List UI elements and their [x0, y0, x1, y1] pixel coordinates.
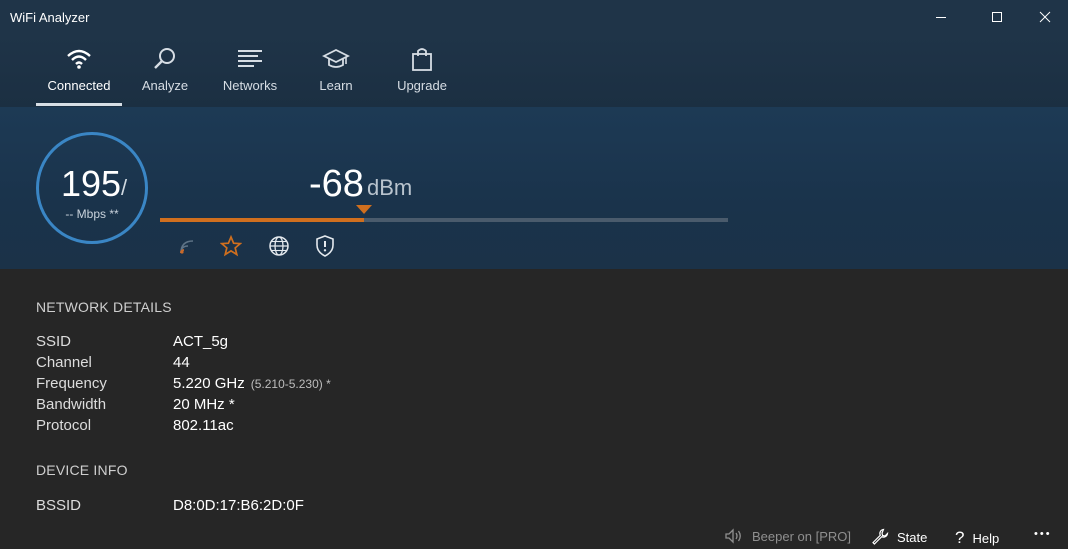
close-button[interactable]	[1022, 0, 1068, 34]
link-speed-unit: -- Mbps **	[65, 207, 119, 221]
network-details-heading: NETWORK DETAILS	[36, 299, 172, 315]
signal-strength-marker	[356, 205, 373, 214]
tab-connected-label: Connected	[47, 78, 111, 93]
detail-value-bssid: D8:0D:17:B6:2D:0F	[173, 497, 304, 514]
maximize-button[interactable]	[974, 0, 1020, 34]
wifi-icon	[64, 44, 94, 74]
detail-value-bandwidth: 20 MHz *	[173, 396, 235, 413]
more-options-button[interactable]: •••	[1034, 528, 1052, 540]
frequency-value: 5.220 GHz	[173, 375, 245, 392]
link-speed-gauge: 195 / -- Mbps **	[36, 132, 148, 244]
help-label: Help	[972, 530, 1000, 546]
signal-strength-fill	[160, 218, 365, 222]
frequency-range: (5.210-5.230) *	[250, 377, 331, 391]
tab-upgrade-label: Upgrade	[397, 78, 447, 93]
detail-value-channel: 44	[173, 354, 190, 371]
app-title: WiFi Analyzer	[10, 10, 90, 25]
detail-label-bandwidth: Bandwidth	[36, 396, 107, 413]
beeper-button[interactable]: Beeper on [PRO]	[724, 528, 851, 544]
detail-label-channel: Channel	[36, 354, 92, 371]
signal-panel: 195 / -- Mbps ** -68 dBm	[0, 107, 1068, 269]
tab-analyze-label: Analyze	[141, 78, 189, 93]
more-options-icon: •••	[1034, 528, 1052, 540]
details-panel: NETWORK DETAILS SSID ACT_5g Channel 44 F…	[0, 269, 1068, 519]
link-speed-separator: /	[121, 175, 128, 200]
signal-strength-bar	[160, 218, 728, 222]
detail-label-bssid: BSSID	[36, 497, 82, 514]
top-navigation: Connected Analyze Networks Learn Upgrade	[0, 34, 1068, 107]
tab-networks[interactable]: Networks	[216, 34, 284, 107]
internet-globe-icon	[267, 234, 291, 258]
speaker-icon	[724, 528, 744, 544]
device-info-heading: DEVICE INFO	[36, 462, 128, 478]
beeper-label: Beeper on [PRO]	[752, 528, 851, 544]
tab-upgrade[interactable]: Upgrade	[392, 34, 452, 107]
detail-label-protocol: Protocol	[36, 417, 92, 434]
tab-learn-label: Learn	[319, 78, 353, 93]
close-icon	[1039, 11, 1051, 23]
magnifier-icon	[150, 44, 180, 74]
bottom-command-bar: Beeper on [PRO] State ? Help •••	[0, 524, 1068, 549]
favorite-star-icon[interactable]	[219, 234, 243, 258]
state-label: State	[897, 529, 928, 545]
signal-dbm-unit: dBm	[367, 175, 413, 200]
minimize-icon	[936, 17, 946, 18]
tab-networks-label: Networks	[222, 78, 278, 93]
minimize-button[interactable]	[918, 0, 964, 34]
question-mark-icon: ?	[955, 528, 965, 547]
state-button[interactable]: State	[871, 528, 927, 546]
maximize-icon	[992, 12, 1002, 22]
link-speed-value: 195	[61, 163, 122, 204]
wrench-icon	[871, 528, 889, 546]
detail-value-ssid: ACT_5g	[173, 333, 229, 350]
list-icon	[235, 44, 265, 74]
title-bar: WiFi Analyzer	[0, 0, 1068, 34]
help-button[interactable]: ? Help	[955, 528, 999, 548]
detail-value-protocol: 802.11ac	[173, 417, 234, 434]
tab-analyze[interactable]: Analyze	[136, 34, 194, 107]
detail-label-ssid: SSID	[36, 333, 72, 350]
detail-label-frequency: Frequency	[36, 375, 107, 392]
graduation-cap-icon	[321, 44, 351, 74]
tab-connected[interactable]: Connected	[36, 34, 122, 107]
signal-dbm-value: -68	[309, 163, 364, 205]
tab-learn[interactable]: Learn	[312, 34, 360, 107]
signal-strength-icon	[176, 234, 200, 258]
security-shield-icon	[313, 234, 337, 258]
detail-value-frequency: 5.220 GHz (5.210-5.230) *	[173, 375, 331, 392]
shopping-bag-icon	[407, 44, 437, 74]
